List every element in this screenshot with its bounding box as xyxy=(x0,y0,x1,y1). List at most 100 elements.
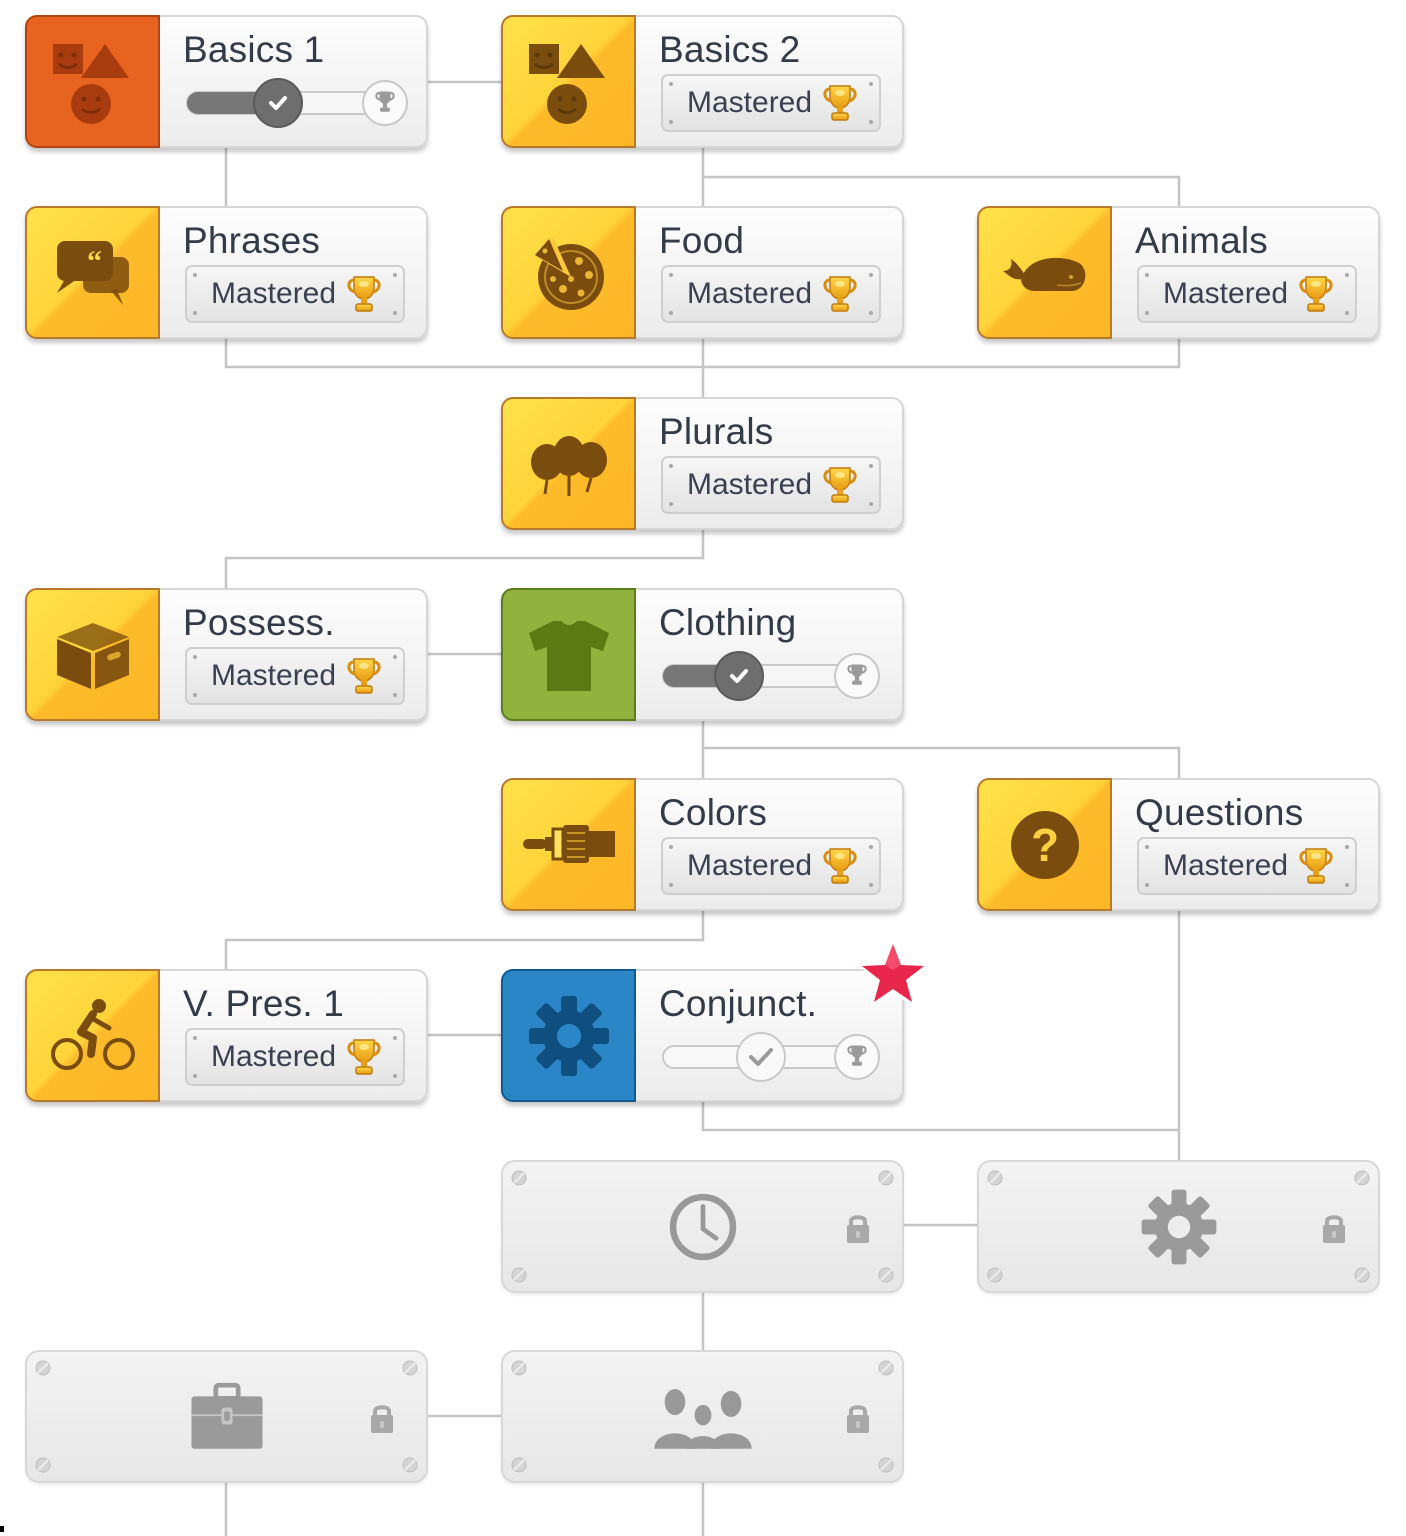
skill-tile xyxy=(25,206,160,339)
skill-tile xyxy=(501,588,636,721)
shapes-faces-icon xyxy=(47,36,139,128)
people-icon xyxy=(645,1374,761,1460)
screw-icon xyxy=(878,1457,894,1473)
skill-basics-2[interactable]: Basics 2 Mastered xyxy=(501,15,904,148)
badge-label: Mastered xyxy=(687,468,813,501)
screw-icon xyxy=(402,1457,418,1473)
tshirt-icon xyxy=(523,609,615,701)
cyclist-icon xyxy=(47,990,139,1082)
locked-skill-family[interactable] xyxy=(501,1350,904,1483)
mastered-badge: Mastered xyxy=(661,837,881,895)
paintbrush-icon xyxy=(523,799,615,891)
skill-progress-bar xyxy=(662,651,880,701)
skill-colors[interactable]: Colors Mastered xyxy=(501,778,904,911)
trophy-icon xyxy=(820,464,860,506)
connector-plurals-possessives xyxy=(224,530,705,588)
skill-tile xyxy=(501,397,636,530)
mastered-badge: Mastered xyxy=(661,456,881,514)
skill-food[interactable]: Food Mastered xyxy=(501,206,904,339)
cursor-fragment xyxy=(0,1526,4,1532)
screw-icon xyxy=(35,1457,51,1473)
shapes-faces-icon xyxy=(523,36,615,128)
trophy-icon xyxy=(1296,845,1336,887)
badge-label: Mastered xyxy=(211,1040,337,1073)
question-mark-icon xyxy=(999,799,1091,891)
pizza-icon xyxy=(523,227,615,319)
locked-skill-time[interactable] xyxy=(501,1160,904,1293)
skill-tile xyxy=(25,969,160,1102)
locked-skill-gear[interactable] xyxy=(977,1160,1380,1293)
trophy-icon xyxy=(344,273,384,315)
skill-animals[interactable]: Animals Mastered xyxy=(977,206,1380,339)
skill-name: V. Pres. 1 xyxy=(183,983,345,1024)
badge-label: Mastered xyxy=(1163,849,1289,882)
connector-colors-vpres1 xyxy=(224,911,705,969)
screw-icon xyxy=(1354,1170,1370,1186)
skill-name: Phrases xyxy=(183,220,321,261)
trophy-icon xyxy=(344,655,384,697)
skill-name: Questions xyxy=(1135,792,1304,833)
mastered-badge: Mastered xyxy=(661,265,881,323)
skill-possessives[interactable]: Possess. Mastered xyxy=(25,588,428,721)
balloons-icon xyxy=(523,418,615,510)
screw-icon xyxy=(987,1170,1003,1186)
mastered-badge: Mastered xyxy=(661,74,881,132)
badge-label: Mastered xyxy=(211,659,337,692)
screw-icon xyxy=(878,1170,894,1186)
gear-icon xyxy=(523,990,615,1082)
lock-icon xyxy=(368,1402,396,1434)
screw-icon xyxy=(402,1360,418,1376)
screw-icon xyxy=(987,1267,1003,1283)
skill-name: Basics 1 xyxy=(183,29,325,70)
trophy-icon xyxy=(820,82,860,124)
skill-tile xyxy=(501,206,636,339)
skill-verbs-present-1[interactable]: V. Pres. 1 Mastered xyxy=(25,969,428,1102)
skill-tile xyxy=(25,15,160,148)
badge-label: Mastered xyxy=(687,277,813,310)
clock-icon xyxy=(660,1184,746,1270)
skill-questions[interactable]: Questions Mastered xyxy=(977,778,1380,911)
skill-tile xyxy=(501,15,636,148)
skill-tile xyxy=(977,778,1112,911)
locked-skill-occupation[interactable] xyxy=(25,1350,428,1483)
skill-tile xyxy=(501,969,636,1102)
trophy-icon xyxy=(820,273,860,315)
mastered-badge: Mastered xyxy=(185,1028,405,1086)
skill-name: Conjunct. xyxy=(659,983,818,1024)
skill-tile xyxy=(977,206,1112,339)
skill-progress-bar xyxy=(186,78,408,128)
screw-icon xyxy=(511,1457,527,1473)
skill-name: Food xyxy=(659,220,745,261)
mastered-badge: Mastered xyxy=(1137,837,1357,895)
skill-plurals[interactable]: Plurals Mastered xyxy=(501,397,904,530)
lock-icon xyxy=(1320,1212,1348,1244)
skill-progress-bar xyxy=(662,1032,880,1082)
skill-name: Colors xyxy=(659,792,768,833)
badge-label: Mastered xyxy=(211,277,337,310)
badge-label: Mastered xyxy=(687,86,813,119)
skill-tree: “ xyxy=(0,0,1406,1536)
skill-clothing[interactable]: Clothing xyxy=(501,588,904,721)
box-icon xyxy=(47,609,139,701)
lock-icon xyxy=(844,1212,872,1244)
skill-phrases[interactable]: Phrases Mastered xyxy=(25,206,428,339)
skill-tile xyxy=(501,778,636,911)
connector-conjunct-locked xyxy=(701,1102,1179,1132)
badge-label: Mastered xyxy=(1163,277,1289,310)
screw-icon xyxy=(878,1360,894,1376)
star-icon xyxy=(853,934,933,1014)
screw-icon xyxy=(35,1360,51,1376)
trophy-icon xyxy=(344,1036,384,1078)
mastered-badge: Mastered xyxy=(185,647,405,705)
screw-icon xyxy=(878,1267,894,1283)
skill-conjunctions[interactable]: Conjunct. xyxy=(501,969,904,1102)
progress-checkpoint xyxy=(736,1032,786,1082)
screw-icon xyxy=(511,1267,527,1283)
badge-label: Mastered xyxy=(687,849,813,882)
speech-bubbles-icon xyxy=(47,227,139,319)
trophy-icon xyxy=(820,845,860,887)
skill-basics-1[interactable]: Basics 1 xyxy=(25,15,428,148)
skill-name: Possess. xyxy=(183,602,335,643)
connector-basics2-animals xyxy=(703,175,1181,206)
whale-icon xyxy=(999,227,1091,319)
